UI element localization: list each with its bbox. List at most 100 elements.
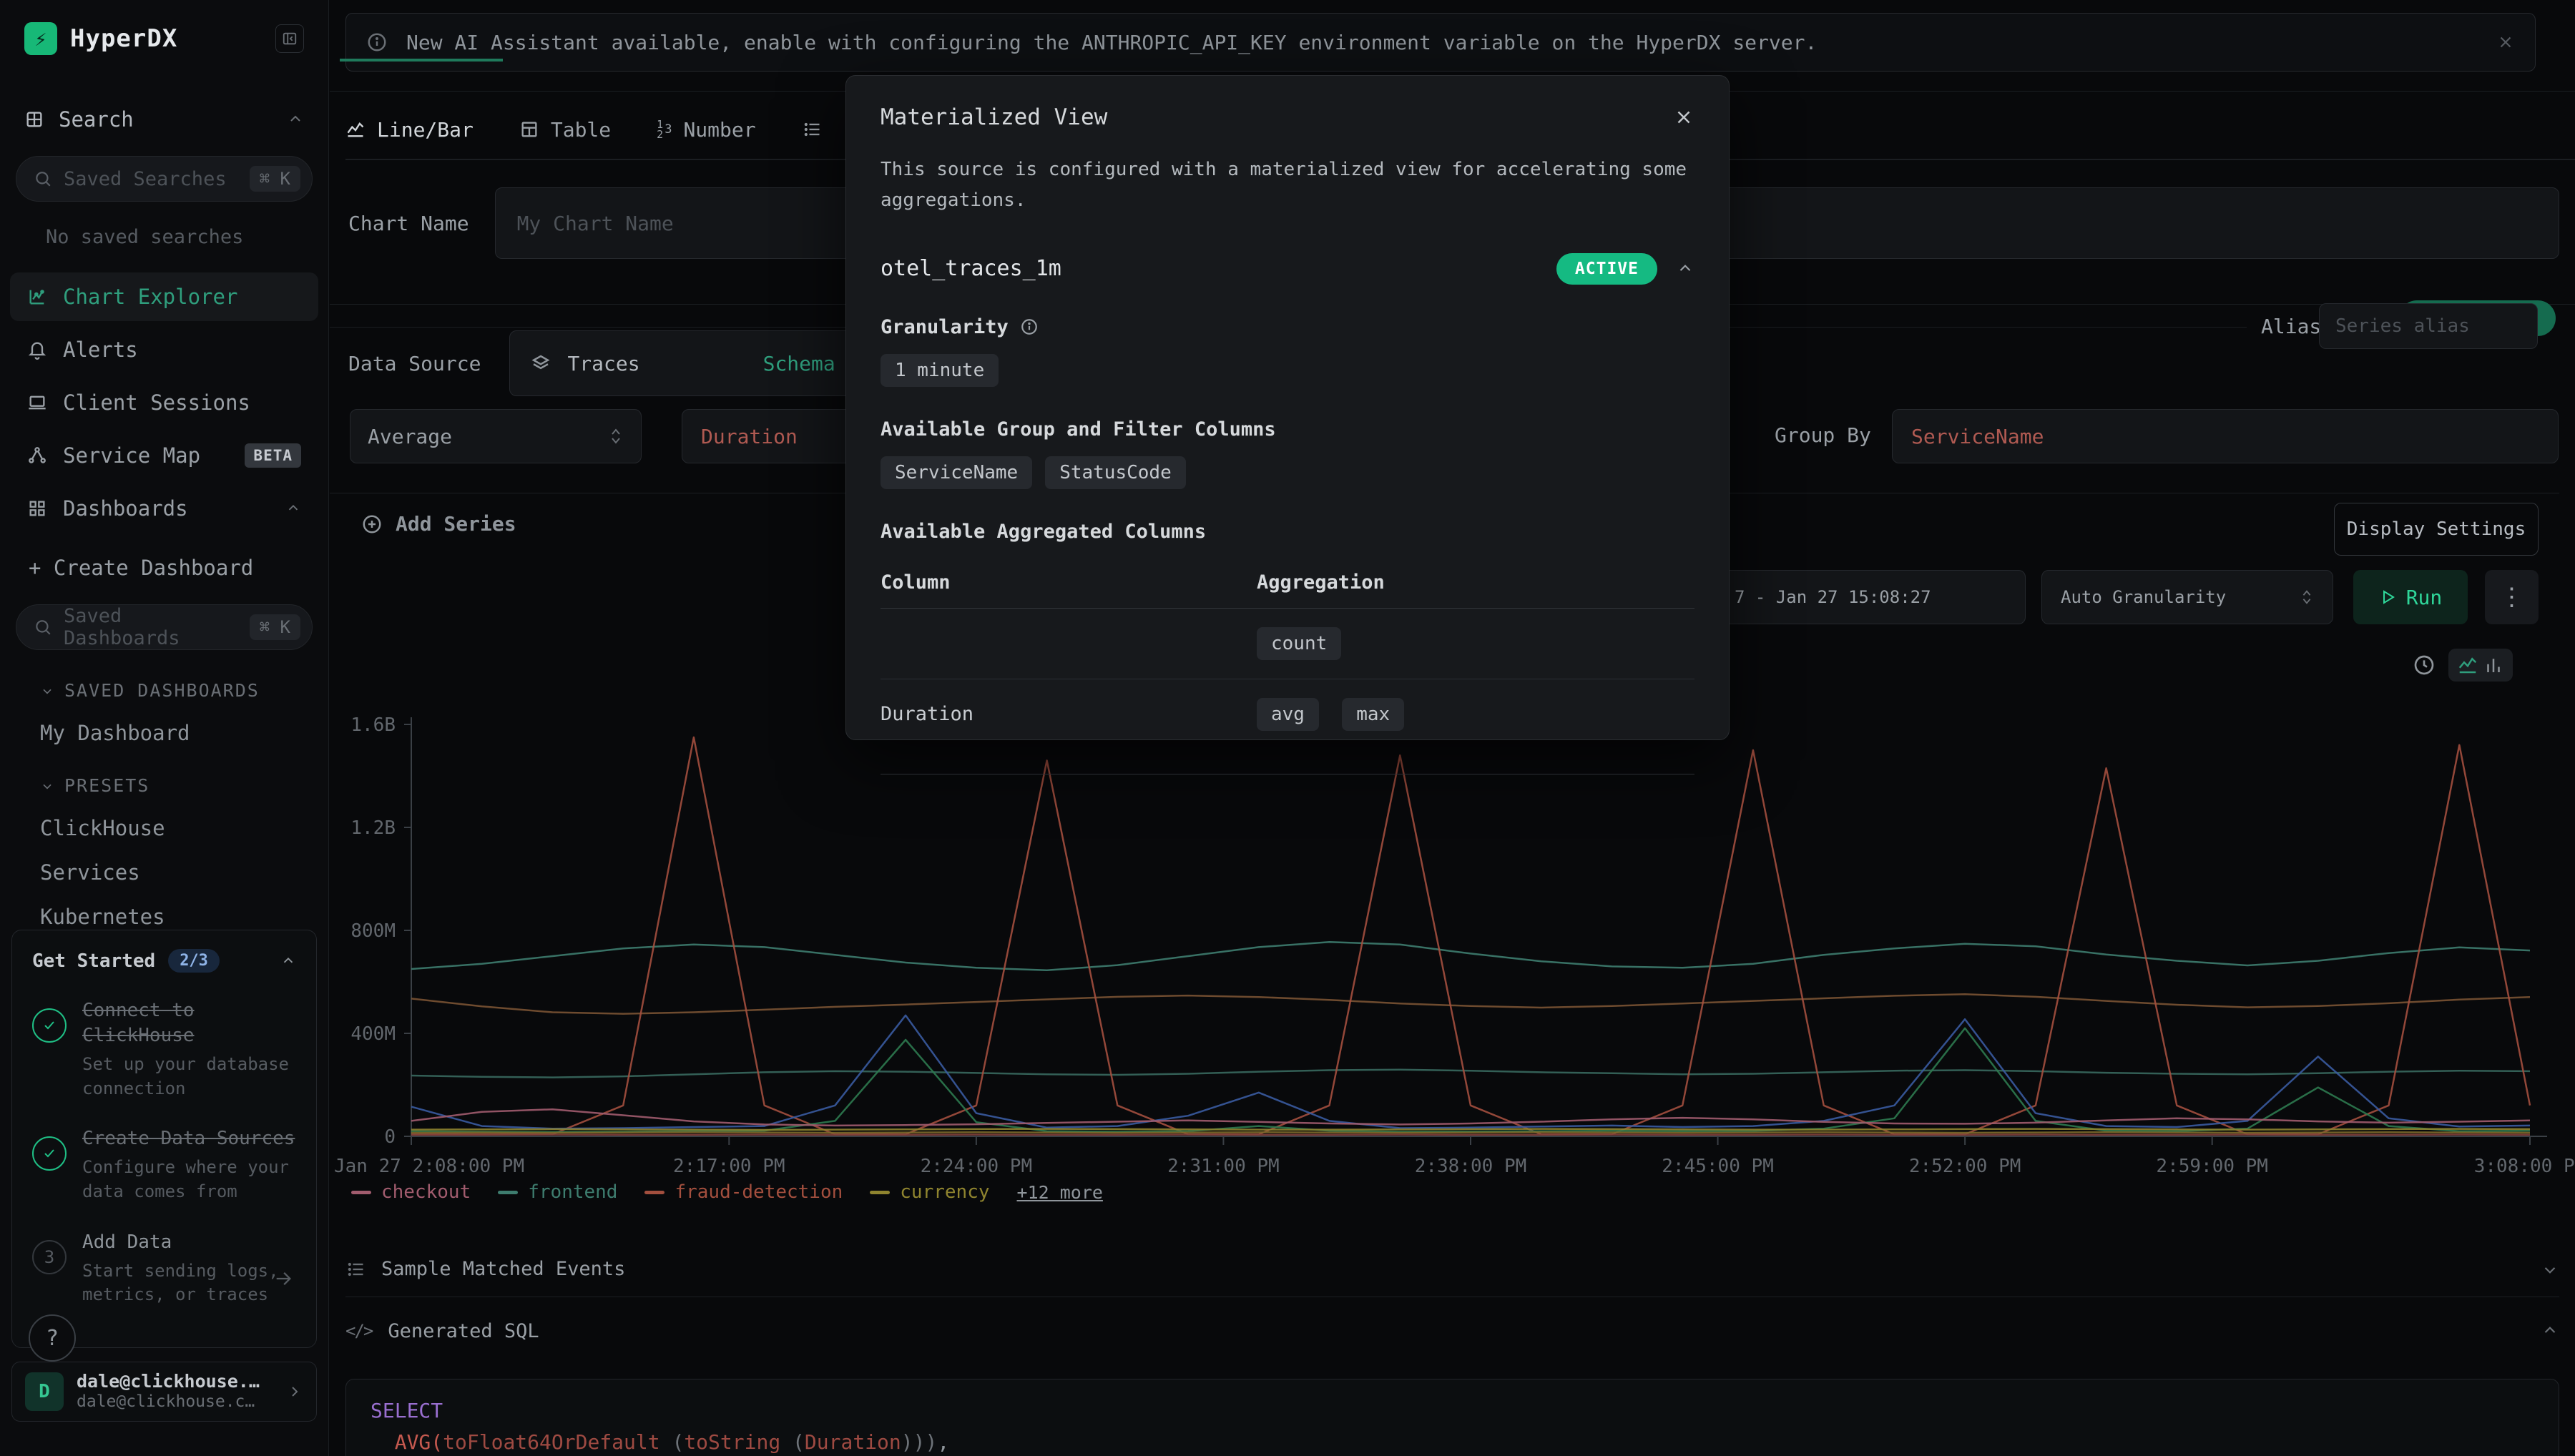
- panel-collapse-icon: [282, 31, 298, 46]
- saved-dashboards-placeholder: Saved Dashboards: [64, 605, 238, 649]
- sidebar-item-clickhouse[interactable]: ClickHouse: [40, 816, 328, 840]
- chevron-down-icon: [40, 684, 54, 698]
- add-series-button[interactable]: Add Series: [361, 512, 516, 536]
- granularity-value: Auto Granularity: [2061, 587, 2226, 607]
- sidebar-item-chart-explorer[interactable]: Chart Explorer: [10, 272, 318, 321]
- display-settings-label: Display Settings: [2347, 518, 2526, 540]
- banner-close-icon[interactable]: [2496, 33, 2515, 51]
- line-chart-toggle-icon[interactable]: [2457, 654, 2478, 676]
- sidebar-item-dashboards[interactable]: Dashboards: [10, 484, 318, 533]
- step-description: Set up your database connection: [82, 1053, 296, 1101]
- sidebar-item-label: Client Sessions: [63, 390, 250, 415]
- select-chevrons-icon: [2300, 589, 2314, 606]
- shortcut-badge: ⌘ K: [250, 614, 300, 640]
- service-map-icon: [27, 446, 47, 466]
- aggregation-select[interactable]: Average: [350, 409, 642, 463]
- timeseries-chart[interactable]: 0400M800M1.2B1.6BJan 27 2:08:00 PM2:17:0…: [330, 706, 2575, 1206]
- get-started-step-add-data[interactable]: 3 Add Data Start sending logs, metrics, …: [32, 1230, 296, 1307]
- sidebar-item-client-sessions[interactable]: Client Sessions: [10, 378, 318, 427]
- granularity-select[interactable]: Auto Granularity: [2041, 570, 2333, 624]
- column-chip: ServiceName: [881, 456, 1032, 489]
- chevron-up-icon: [285, 501, 301, 516]
- chevron-up-icon[interactable]: [287, 111, 304, 128]
- get-started-step-connect[interactable]: Connect to ClickHouse Set up your databa…: [32, 998, 296, 1101]
- table-row: count: [881, 609, 1694, 679]
- tab-table[interactable]: Table: [519, 100, 611, 159]
- step-number-icon: 3: [32, 1240, 67, 1274]
- sidebar-item-services[interactable]: Services: [40, 860, 328, 885]
- generated-sql-section[interactable]: </> Generated SQL: [345, 1303, 2559, 1359]
- section-label: Sample Matched Events: [381, 1258, 625, 1280]
- search-icon: [34, 169, 52, 188]
- group-label-text: PRESETS: [64, 775, 149, 796]
- chart-legend: checkout frontend fraud-detection curren…: [351, 1181, 1103, 1203]
- more-options-button[interactable]: ⋮: [2485, 570, 2539, 624]
- svg-text:3:08:00 PM: 3:08:00 PM: [2474, 1156, 2575, 1177]
- svg-text:400M: 400M: [350, 1023, 396, 1045]
- group-by-input[interactable]: ServiceName: [1892, 409, 2559, 463]
- generated-sql-code[interactable]: SELECT AVG(toFloat64OrDefault (toString …: [345, 1379, 2559, 1456]
- tab-label: Number: [683, 118, 755, 142]
- svg-text:800M: 800M: [350, 920, 396, 942]
- table-header-row: Column Aggregation: [881, 561, 1694, 608]
- legend-item[interactable]: frontend: [498, 1181, 617, 1203]
- step-title: Connect to ClickHouse: [82, 998, 296, 1048]
- modal-description: This source is configured with a materia…: [881, 154, 1689, 216]
- svg-text:2:17:00 PM: 2:17:00 PM: [673, 1156, 785, 1177]
- sidebar-item-service-map[interactable]: Service Map BETA: [10, 431, 318, 480]
- materialized-view-source-row[interactable]: otel_traces_1m ACTIVE: [881, 253, 1694, 285]
- legend-item[interactable]: checkout: [351, 1181, 471, 1203]
- tab-line-bar[interactable]: Line/Bar: [345, 100, 474, 159]
- laptop-icon: [27, 393, 47, 413]
- tab-label: Table: [551, 118, 611, 142]
- run-button[interactable]: Run: [2353, 570, 2468, 624]
- arrow-right-icon: [273, 1269, 293, 1289]
- get-started-title: Get Started: [32, 950, 155, 972]
- sidebar-item-my-dashboard[interactable]: My Dashboard: [40, 721, 328, 745]
- help-button[interactable]: ?: [29, 1314, 76, 1362]
- alias-label: Alias: [2261, 315, 2321, 338]
- tab-number[interactable]: 123 Number: [657, 100, 755, 159]
- create-dashboard-button[interactable]: + Create Dashboard: [29, 556, 328, 580]
- get-started-step-sources[interactable]: Create Data Sources Configure where your…: [32, 1126, 296, 1204]
- dashboards-grid-icon: [27, 498, 47, 518]
- schema-link[interactable]: Schema: [763, 352, 835, 375]
- table-icon: [519, 119, 539, 139]
- saved-dashboards-group[interactable]: SAVED DASHBOARDS: [40, 680, 328, 701]
- legend-more-link[interactable]: +12 more: [1017, 1182, 1103, 1203]
- sample-matched-events-section[interactable]: Sample Matched Events: [345, 1241, 2559, 1297]
- sidebar-item-search[interactable]: Search: [24, 107, 304, 132]
- group-label-text: SAVED DASHBOARDS: [64, 680, 260, 701]
- legend-item[interactable]: fraud-detection: [644, 1181, 843, 1203]
- legend-label: fraud-detection: [675, 1181, 843, 1203]
- legend-swatch: [870, 1191, 890, 1194]
- sidebar-item-alerts[interactable]: Alerts: [10, 325, 318, 374]
- number-icon: 123: [657, 119, 672, 139]
- select-chevrons-icon: [608, 427, 624, 446]
- tab-events-partial[interactable]: [802, 100, 822, 159]
- user-menu[interactable]: D dale@clickhouse.… dale@clickhouse.c…: [11, 1362, 317, 1422]
- bar-chart-toggle-icon[interactable]: [2483, 654, 2504, 676]
- legend-item[interactable]: currency: [870, 1181, 989, 1203]
- presets-group[interactable]: PRESETS: [40, 775, 328, 796]
- clock-icon[interactable]: [2413, 654, 2436, 677]
- ai-assistant-banner: New AI Assistant available, enable with …: [345, 13, 2536, 72]
- list-icon: [802, 119, 822, 139]
- display-settings-button[interactable]: Display Settings: [2334, 503, 2539, 556]
- get-started-header[interactable]: Get Started 2/3: [32, 949, 296, 973]
- sidebar-item-kubernetes[interactable]: Kubernetes: [40, 905, 328, 929]
- saved-searches-input[interactable]: Saved Searches ⌘ K: [16, 156, 313, 202]
- data-source-value: Traces: [567, 352, 639, 375]
- close-icon[interactable]: [1673, 107, 1694, 128]
- get-started-card: Get Started 2/3 Connect to ClickHouse Se…: [11, 930, 317, 1348]
- svg-text:2:59:00 PM: 2:59:00 PM: [2156, 1156, 2268, 1177]
- saved-dashboards-input[interactable]: Saved Dashboards ⌘ K: [16, 604, 313, 650]
- beta-badge: BETA: [245, 443, 301, 468]
- alias-input[interactable]: [2319, 303, 2538, 349]
- chevron-up-icon[interactable]: [1676, 260, 1694, 278]
- collapse-sidebar-button[interactable]: [275, 24, 304, 53]
- legend-label: frontend: [528, 1181, 617, 1203]
- group-by-label: Group By: [1775, 423, 1871, 447]
- chevron-up-icon[interactable]: [280, 953, 296, 969]
- svg-text:2:38:00 PM: 2:38:00 PM: [1415, 1156, 1527, 1177]
